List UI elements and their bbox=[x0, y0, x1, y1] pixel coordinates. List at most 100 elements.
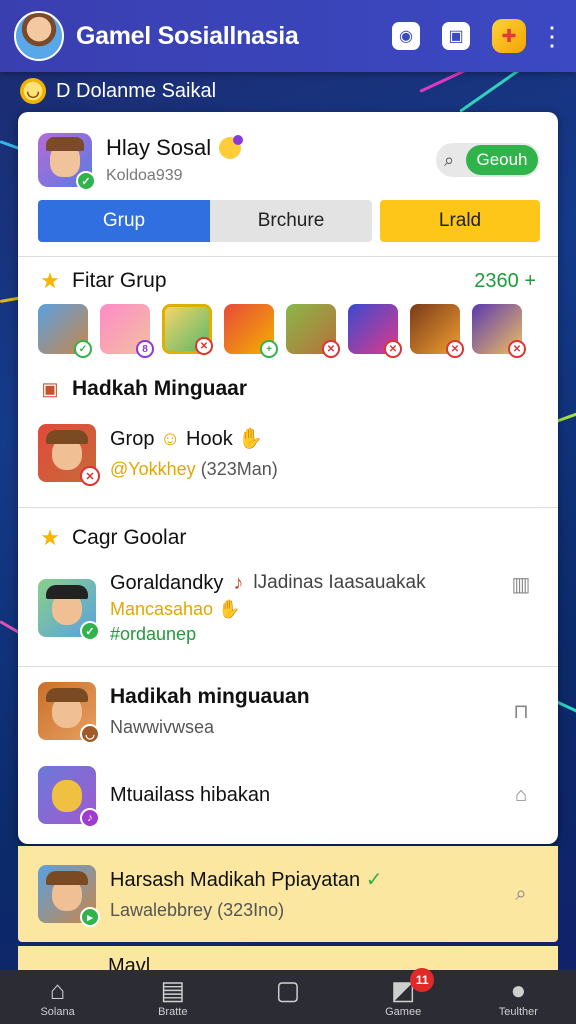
chat-line2-text: Mancasahao bbox=[110, 598, 214, 619]
list-item[interactable]: ◡ Hadikah minguauan Nawwivwsea ⊓ bbox=[18, 667, 558, 755]
star-icon: ★ bbox=[40, 268, 60, 293]
nav-profile-label: Teulther bbox=[498, 1006, 538, 1018]
group-title-text: Grop bbox=[110, 428, 155, 450]
game-tile[interactable]: ✕ bbox=[472, 304, 526, 358]
tab-brchure[interactable]: Brchure bbox=[210, 200, 372, 242]
main-card: ✓ Hlay Sosal Koldoa939 ⌕ Geouh Grup Brch… bbox=[18, 112, 558, 844]
tab-grup[interactable]: Grup bbox=[38, 200, 210, 242]
chat-title-right: lJadinas Iaasauakak bbox=[253, 572, 426, 593]
nav-games[interactable]: ◩ 11 Gamee bbox=[348, 968, 458, 1020]
chat-line3: #ordaunep bbox=[110, 623, 197, 644]
bottom-nav: ⌂ Solana ▤ Bratte ▢ ◩ 11 Gamee ● Teulthe… bbox=[0, 968, 576, 1024]
divider bbox=[18, 256, 558, 257]
game-tile[interactable]: + bbox=[224, 304, 278, 358]
subheader-label: D Dolanme Saikal bbox=[56, 79, 217, 102]
nav-center[interactable]: ▢ bbox=[233, 974, 343, 1020]
home-icon: ⌂ bbox=[49, 975, 66, 1005]
list-title: Hadikah minguauan bbox=[110, 684, 310, 708]
highlight-sub: Lawalebbrey (323Ino) bbox=[110, 900, 285, 920]
subheader: ◡ D Dolanme Saikal bbox=[20, 76, 216, 106]
highlight-title-text: Harsash Madikah Ppiayatan bbox=[110, 869, 361, 891]
check-circle-icon: ✓ bbox=[365, 869, 383, 891]
music-icon: ♪ bbox=[233, 571, 244, 594]
chat-avatar: ✓ bbox=[38, 579, 100, 641]
section-header: ▣ Hadkah Minguaar bbox=[18, 369, 558, 409]
section-title: Cagr Goolar bbox=[72, 526, 187, 549]
emoji-icon bbox=[219, 135, 244, 159]
game-tile[interactable]: 8 bbox=[100, 304, 154, 358]
search-icon[interactable]: ⌕ bbox=[506, 883, 536, 906]
nav-home[interactable]: ⌂ Solana bbox=[3, 974, 113, 1020]
hand-icon: ✋ bbox=[238, 428, 264, 450]
highlight-list-item[interactable]: ▸ Harsash Madikah Ppiayatan ✓ Lawalebbre… bbox=[18, 846, 558, 942]
list-icon: ▤ bbox=[160, 975, 186, 1005]
chat-title-text: Goraldandky bbox=[110, 571, 224, 594]
list-avatar: ♪ bbox=[38, 766, 100, 828]
game-tile[interactable]: ✕ bbox=[348, 304, 402, 358]
peek-title: Mavl bbox=[108, 955, 151, 970]
coin-icon: ◡ bbox=[20, 78, 46, 104]
section-header: ★ Cagr Goolar bbox=[18, 518, 558, 558]
group-title: Grop ☺ Hook ✋ bbox=[110, 426, 536, 451]
bookmark-icon[interactable]: ⊓ bbox=[506, 699, 536, 724]
group-avatar: ✕ bbox=[38, 424, 100, 486]
game-tile[interactable]: ✕ bbox=[410, 304, 464, 358]
trophy-icon: ▣ bbox=[41, 379, 59, 399]
thumb-icon: ✋ bbox=[218, 598, 241, 619]
game-controller-icon[interactable]: ✚ bbox=[492, 19, 526, 53]
square-icon: ▢ bbox=[275, 975, 301, 1005]
section-title: Hadkah Minguaar bbox=[72, 377, 248, 400]
nav-games-label: Gamee bbox=[385, 1006, 422, 1018]
divider bbox=[18, 507, 558, 508]
nav-profile[interactable]: ● Teulther bbox=[463, 974, 573, 1020]
group-meta: (323Man) bbox=[200, 459, 278, 479]
profile-avatar[interactable]: ✓ bbox=[38, 133, 96, 191]
game-tile[interactable]: ✕ bbox=[162, 304, 213, 355]
list-item[interactable]: ♪ Mtuailass hibakan ⌂ bbox=[18, 755, 558, 835]
search-pill[interactable]: ⌕ Geouh bbox=[436, 143, 540, 177]
smile-icon: ☺ bbox=[160, 428, 181, 450]
shop-icon[interactable]: ▣ bbox=[442, 22, 470, 50]
tab-bar: Grup Brchure Lrald bbox=[18, 190, 558, 242]
list-avatar: ◡ bbox=[38, 682, 100, 744]
profile-icon: ● bbox=[510, 975, 527, 1005]
profile-name: Hlay Sosal bbox=[106, 135, 436, 161]
group-sub: @Yokkhey (323Man) bbox=[110, 459, 536, 480]
list-title: Mtuailass hibakan bbox=[110, 783, 271, 806]
app-title: Gamel Sosiallnasia bbox=[76, 21, 299, 50]
top-app-bar: Gamel Sosiallnasia ◉ ▣ ✚ ⋮ bbox=[0, 0, 576, 72]
nav-list-label: Bratte bbox=[158, 1006, 188, 1018]
user-avatar[interactable] bbox=[14, 11, 64, 61]
profile-name-text: Hlay Sosal bbox=[106, 135, 212, 160]
game-tile[interactable]: ✕ bbox=[286, 304, 340, 358]
chat-list-item[interactable]: ✓ Goraldandky ♪ lJadinas Iaasauakak Manc… bbox=[18, 558, 558, 658]
home-outline-icon[interactable]: ⌂ bbox=[506, 784, 536, 807]
chat-title: Goraldandky ♪ lJadinas Iaasauakak bbox=[110, 572, 506, 595]
search-icon: ⌕ bbox=[444, 149, 455, 170]
featured-count: 2360 + bbox=[474, 269, 536, 292]
featured-games-strip: ✓ 8 ✕ + ✕ ✕ ✕ ✕ bbox=[18, 301, 558, 358]
featured-header: ★ Fitar Grup 2360 + bbox=[18, 261, 558, 301]
profile-handle: Koldoa939 bbox=[106, 167, 183, 184]
online-badge-icon: ✓ bbox=[76, 171, 96, 191]
game-tile[interactable]: ✓ bbox=[38, 304, 92, 358]
chat-line2: Mancasahao ✋ bbox=[110, 599, 506, 620]
nav-list[interactable]: ▤ Bratte bbox=[118, 974, 228, 1020]
star-icon: ★ bbox=[40, 525, 60, 550]
highlight-avatar: ▸ bbox=[38, 865, 100, 927]
tab-lrald[interactable]: Lrald bbox=[380, 200, 540, 242]
profile-row: ✓ Hlay Sosal Koldoa939 ⌕ Geouh bbox=[18, 112, 558, 191]
featured-title: Fitar Grup bbox=[72, 269, 167, 292]
group-list-item[interactable]: ✕ Grop ☺ Hook ✋ @Yokkhey (323Man) bbox=[18, 409, 558, 497]
group-title-suffix: Hook bbox=[186, 428, 233, 450]
camera-icon[interactable]: ◉ bbox=[392, 22, 420, 50]
peek-list-item[interactable]: Mavl bbox=[18, 946, 558, 970]
group-handle: @Yokkhey bbox=[110, 459, 196, 479]
notification-badge: 11 bbox=[410, 968, 435, 992]
nav-home-label: Solana bbox=[40, 1006, 75, 1018]
list-sub: Nawwivwsea bbox=[110, 716, 215, 737]
highlight-title: Harsash Madikah Ppiayatan ✓ bbox=[110, 867, 506, 892]
grid-icon[interactable]: ▥ bbox=[506, 572, 536, 597]
more-vertical-icon[interactable]: ⋮ bbox=[539, 19, 565, 53]
search-button[interactable]: Geouh bbox=[466, 145, 538, 175]
